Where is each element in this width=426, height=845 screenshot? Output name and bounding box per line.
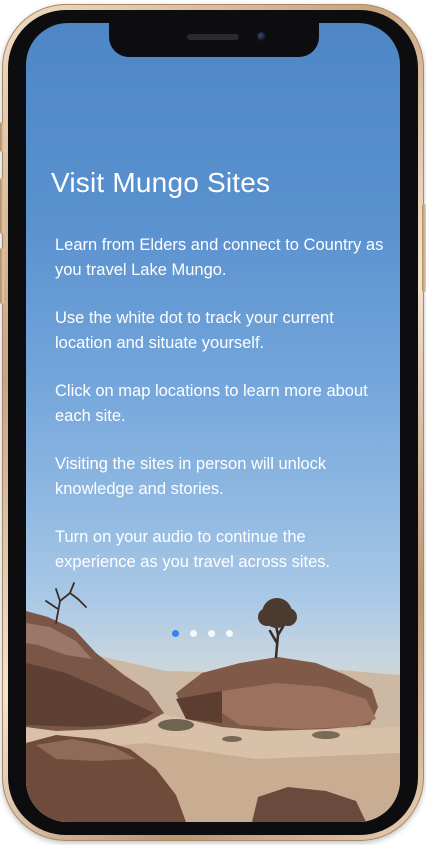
instruction-text: Turn on your audio to continue the exper… — [55, 528, 331, 571]
camera-icon — [257, 32, 266, 41]
page-dot-active[interactable] — [172, 630, 179, 637]
lone-tree-canopy — [258, 608, 276, 626]
instruction-text: Use the white dot to track your current … — [55, 309, 334, 352]
page-dot[interactable] — [208, 630, 215, 637]
earpiece-speaker — [187, 34, 239, 40]
scrub-bush — [312, 731, 340, 739]
page-indicator — [172, 630, 242, 638]
onboarding-title: Visit Mungo Sites — [51, 167, 271, 198]
app-screen: Visit Mungo Sites Learn from Elders and … — [26, 23, 400, 822]
volume-up-button — [0, 178, 4, 234]
scrub-bush — [222, 736, 242, 742]
lone-tree-canopy — [279, 608, 297, 626]
silent-switch — [0, 122, 4, 152]
instruction-list: Learn from Elders and connect to Country… — [55, 233, 391, 598]
instruction-text: Learn from Elders and connect to Country… — [55, 236, 384, 279]
device-notch — [109, 23, 319, 57]
instruction-text: Visiting the sites in person will unlock… — [55, 455, 327, 498]
instruction-text: Click on map locations to learn more abo… — [55, 382, 368, 425]
page-dot[interactable] — [190, 630, 197, 637]
page-dot[interactable] — [226, 630, 233, 637]
volume-down-button — [0, 248, 4, 304]
power-button — [422, 204, 426, 292]
scrub-bush — [158, 719, 194, 731]
